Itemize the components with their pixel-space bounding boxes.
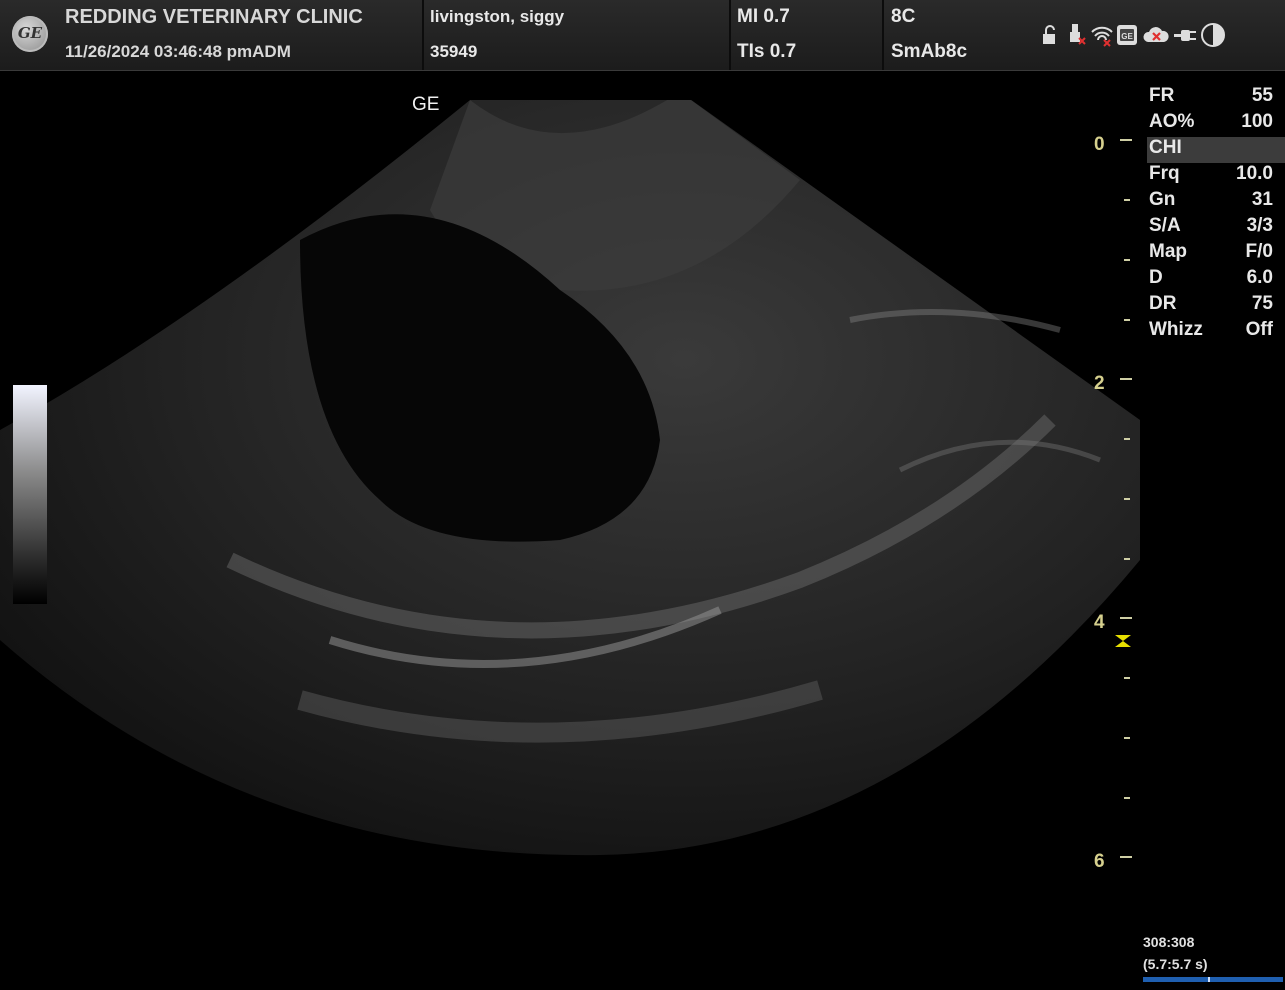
header-bar: GE REDDING VETERINARY CLINIC 11/26/2024 … xyxy=(0,0,1285,71)
cine-frames: 308:308 xyxy=(1143,934,1195,950)
depth-label-6: 6 xyxy=(1094,851,1105,872)
cine-time: (5.7:5.7 s) xyxy=(1143,956,1208,972)
status-icons: GE xyxy=(1040,22,1230,50)
contrast-icon xyxy=(1201,23,1225,47)
param-dr[interactable]: DR 75 xyxy=(1147,293,1285,319)
param-map[interactable]: Map F/0 xyxy=(1147,241,1285,267)
param-gain[interactable]: Gn 31 xyxy=(1147,189,1285,215)
patient-cell[interactable]: livingston, siggy 35949 xyxy=(424,0,731,70)
param-ao[interactable]: AO% 100 xyxy=(1147,111,1285,137)
depth-label-0: 0 xyxy=(1094,134,1105,155)
network-icon: GE xyxy=(1117,25,1137,45)
orientation-marker: GE xyxy=(412,94,440,115)
patient-id: 35949 xyxy=(430,42,478,61)
cine-progress-bar[interactable] xyxy=(1143,977,1283,982)
ge-logo: GE xyxy=(12,16,48,52)
cine-counter: 308:308 (5.7:5.7 s) xyxy=(1143,931,1208,975)
depth-tick xyxy=(1120,139,1132,141)
param-depth[interactable]: D 6.0 xyxy=(1147,267,1285,293)
depth-tick xyxy=(1120,617,1132,619)
depth-tick xyxy=(1124,438,1130,440)
ultrasound-image[interactable] xyxy=(0,71,1140,990)
param-whizz[interactable]: Whizz Off xyxy=(1147,319,1285,345)
institution-name: REDDING VETERINARY CLINIC xyxy=(65,6,363,28)
lock-icon xyxy=(1043,25,1055,44)
usb-icon xyxy=(1070,24,1086,45)
depth-tick xyxy=(1120,378,1132,380)
depth-tick xyxy=(1124,199,1130,201)
depth-tick xyxy=(1124,259,1130,261)
param-chi[interactable]: CHI xyxy=(1147,137,1285,163)
focus-zone-icon[interactable] xyxy=(1114,634,1132,648)
grayscale-bar xyxy=(13,385,47,604)
param-fr[interactable]: FR 55 xyxy=(1147,85,1285,111)
tis-value: TIs 0.7 xyxy=(737,41,797,62)
depth-label-4: 4 xyxy=(1094,612,1105,633)
depth-tick xyxy=(1124,558,1130,560)
patient-name: livingston, siggy xyxy=(430,7,565,26)
param-sa[interactable]: S/A 3/3 xyxy=(1147,215,1285,241)
depth-tick xyxy=(1124,677,1130,679)
depth-label-2: 2 xyxy=(1094,373,1105,394)
depth-tick xyxy=(1124,797,1130,799)
exam-datetime: 11/26/2024 03:46:48 pmADM xyxy=(65,42,291,61)
depth-tick xyxy=(1124,498,1130,500)
indices-cell: MI 0.7 TIs 0.7 xyxy=(731,0,884,70)
parameter-panel: FR 55 AO% 100 CHI Frq 10.0 Gn 31 S/A 3/3 Map F… xyxy=(1147,85,1285,345)
mi-value: MI 0.7 xyxy=(737,6,790,27)
depth-tick xyxy=(1124,737,1130,739)
cloud-icon xyxy=(1143,27,1169,42)
probe-name: 8C xyxy=(891,6,916,27)
cine-position-marker[interactable] xyxy=(1208,977,1210,982)
depth-tick xyxy=(1120,856,1132,858)
svg-text:GE: GE xyxy=(1121,32,1133,41)
preset-name: SmAb8c xyxy=(891,41,968,62)
param-frq[interactable]: Frq 10.0 xyxy=(1147,163,1285,189)
depth-tick xyxy=(1124,319,1130,321)
institution-cell: GE REDDING VETERINARY CLINIC 11/26/2024 … xyxy=(0,0,424,70)
wifi-icon xyxy=(1091,26,1113,47)
power-plug-icon xyxy=(1174,30,1196,41)
